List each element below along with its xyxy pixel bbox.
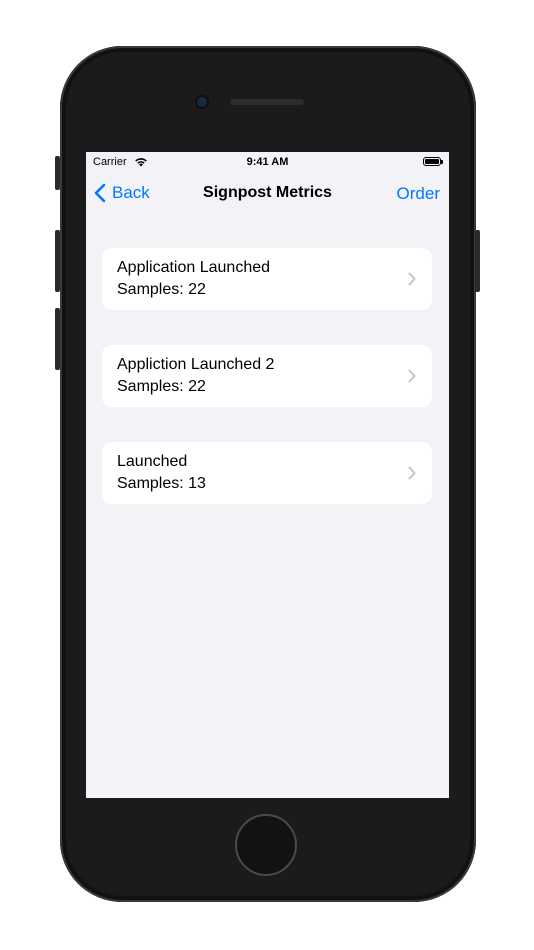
- status-time: 9:41 AM: [246, 156, 289, 168]
- chevron-right-icon: [408, 466, 416, 480]
- chevron-right-icon: [408, 272, 416, 286]
- metric-title: Launched: [117, 453, 188, 470]
- metric-samples: Samples: 13: [117, 475, 206, 492]
- volume-down-button: [55, 308, 60, 370]
- order-button[interactable]: Order: [397, 184, 440, 204]
- volume-up-button: [55, 230, 60, 292]
- power-button: [475, 230, 480, 292]
- battery-icon: [423, 157, 443, 166]
- list-item[interactable]: Application Launched Samples: 22: [102, 248, 432, 310]
- page-title: Signpost Metrics: [203, 184, 332, 201]
- metrics-list: Application Launched Samples: 22 Applict…: [102, 248, 432, 539]
- earpiece-speaker: [230, 99, 304, 105]
- metric-title: Appliction Launched 2: [117, 356, 275, 373]
- metric-samples: Samples: 22: [117, 281, 206, 298]
- list-item[interactable]: Appliction Launched 2 Samples: 22: [102, 345, 432, 407]
- status-bar: Carrier 9:41 AM: [86, 152, 449, 172]
- mute-switch: [55, 156, 60, 190]
- screen: Carrier 9:41 AM Back Signpost Metrics Or…: [86, 152, 449, 798]
- metric-samples: Samples: 22: [117, 378, 206, 395]
- navigation-bar: Back Signpost Metrics Order: [86, 172, 449, 216]
- home-button[interactable]: [235, 814, 297, 876]
- front-camera: [197, 97, 207, 107]
- metric-title: Application Launched: [117, 259, 271, 276]
- list-item[interactable]: Launched Samples: 13: [102, 442, 432, 504]
- chevron-right-icon: [408, 369, 416, 383]
